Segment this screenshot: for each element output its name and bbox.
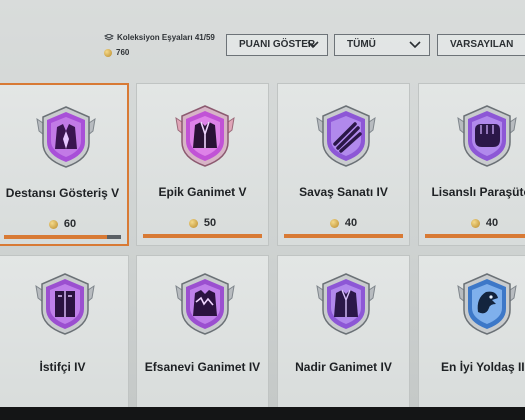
collection-label: Koleksiyon Eşyaları: [117, 33, 193, 42]
filter-all-label: TÜMÜ: [347, 39, 376, 50]
filter-all-dropdown[interactable]: TÜMÜ: [334, 34, 430, 56]
coin-icon: [104, 48, 112, 57]
progress-fill: [143, 234, 262, 238]
collection-count: 41/59: [194, 33, 215, 42]
chevron-down-icon: [307, 41, 319, 49]
zigzag-jacket-icon: [175, 273, 235, 335]
collection-icon: [104, 33, 114, 41]
collection-card-4[interactable]: Lisanslı Paraşütçü 40: [418, 83, 525, 246]
suit-icon: [36, 106, 96, 168]
coin-amount: 760: [116, 48, 130, 57]
collection-card-1[interactable]: Destansı Gösteriş V 60: [0, 83, 129, 246]
progress-fill: [425, 234, 525, 238]
card-price-value: 50: [203, 217, 217, 229]
card-title: Savaş Sanatı IV: [299, 185, 388, 199]
card-price: 60: [0, 218, 127, 230]
coin-icon: [470, 218, 480, 228]
progress-bar: [4, 235, 121, 239]
locker-icon: [35, 273, 95, 335]
card-title: Nadir Ganimet IV: [295, 360, 392, 374]
jacket-icon: [175, 105, 235, 167]
card-title: Lisanslı Paraşütçü: [431, 185, 525, 199]
collection-card-2[interactable]: Epik Ganimet V 50: [136, 83, 269, 246]
card-price: 40: [278, 217, 409, 229]
claw-icon: [316, 105, 376, 167]
card-title: Epik Ganimet V: [158, 185, 247, 199]
collection-card-3[interactable]: Savaş Sanatı IV 40: [277, 83, 410, 246]
coat-icon: [316, 273, 376, 335]
collection-card-6[interactable]: Efsanevi Ganimet IV: [136, 255, 269, 418]
coin-icon: [48, 219, 58, 229]
progress-fill: [284, 234, 403, 238]
chevron-down-icon: [409, 41, 421, 49]
card-price-value: 40: [344, 217, 358, 229]
card-price-value: 40: [485, 217, 499, 229]
coin-icon: [329, 218, 339, 228]
collection-card-5[interactable]: İstifçi IV: [0, 255, 129, 418]
fist-icon: [457, 105, 517, 167]
card-title: Destansı Gösteriş V: [5, 186, 120, 200]
coin-icon: [188, 218, 198, 228]
card-title: En İyi Yoldaş III: [441, 360, 525, 374]
sort-default-label: VARSAYILAN: [450, 39, 514, 50]
progress-bar: [143, 234, 262, 238]
collection-card-8[interactable]: En İyi Yoldaş III: [418, 255, 525, 418]
card-title: Efsanevi Ganimet IV: [144, 360, 261, 374]
show-points-dropdown[interactable]: PUANI GÖSTER: [226, 34, 328, 56]
card-price: 50: [137, 217, 268, 229]
coin-balance: 760: [104, 48, 129, 57]
collection-card-7[interactable]: Nadir Ganimet IV: [277, 255, 410, 418]
progress-fill: [4, 235, 107, 239]
bottom-strip: [0, 407, 525, 420]
sort-default-dropdown[interactable]: VARSAYILAN: [437, 34, 525, 56]
eagle-icon: [457, 273, 517, 335]
top-bar: Koleksiyon Eşyaları 41/59 760 PUANI GÖST…: [0, 0, 525, 72]
card-title: İstifçi IV: [39, 360, 86, 374]
card-price-value: 60: [63, 218, 77, 230]
progress-bar: [425, 234, 525, 238]
show-points-label: PUANI GÖSTER: [239, 39, 316, 50]
progress-bar: [284, 234, 403, 238]
collection-counter: Koleksiyon Eşyaları 41/59: [104, 33, 215, 42]
card-price: 40: [419, 217, 525, 229]
